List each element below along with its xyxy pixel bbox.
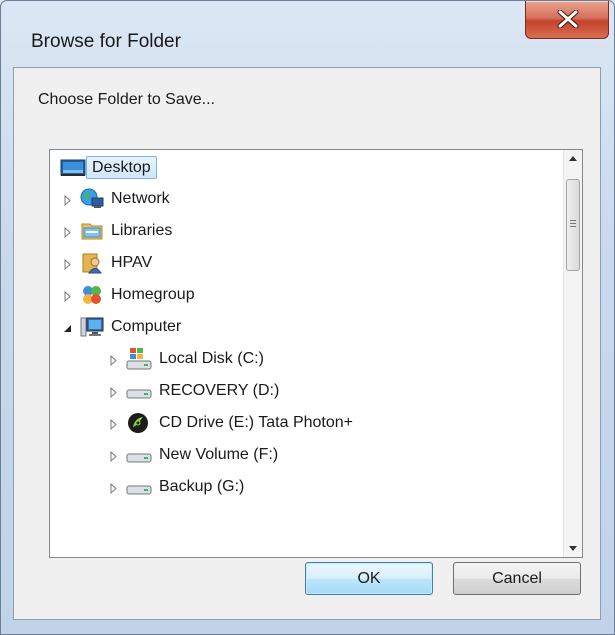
tree-item-desktop[interactable]: Desktop bbox=[50, 152, 564, 182]
tree-item-label: HPAV bbox=[111, 254, 153, 271]
network-icon bbox=[80, 187, 104, 211]
tree-item-libraries[interactable]: Libraries bbox=[50, 216, 564, 246]
tree-item-label: CD Drive (E:) Tata Photon+ bbox=[159, 414, 354, 431]
close-button[interactable] bbox=[525, 1, 609, 39]
scroll-down-button[interactable] bbox=[564, 540, 582, 557]
expand-arrow-icon[interactable] bbox=[108, 385, 119, 399]
expand-arrow-icon[interactable] bbox=[62, 257, 73, 271]
libraries-icon bbox=[80, 219, 104, 243]
drive-icon bbox=[126, 475, 152, 499]
grip-icon bbox=[570, 220, 576, 229]
user-folder-icon bbox=[80, 251, 104, 275]
expand-arrow-icon[interactable] bbox=[108, 353, 119, 367]
tree-item-new-volume-f[interactable]: New Volume (F:) bbox=[50, 440, 564, 470]
dialog-client-area: Choose Folder to Save... Desktop Network… bbox=[13, 67, 601, 620]
homegroup-icon bbox=[80, 283, 104, 307]
tree-item-label: Desktop bbox=[86, 156, 157, 179]
tree-item-label: Local Disk (C:) bbox=[159, 350, 264, 367]
tree-item-cd-drive-e[interactable]: CD Drive (E:) Tata Photon+ bbox=[50, 408, 564, 438]
drive-icon bbox=[126, 379, 152, 403]
close-icon bbox=[557, 10, 579, 28]
tree-item-homegroup[interactable]: Homegroup bbox=[50, 280, 564, 310]
tree-item-hpav[interactable]: HPAV bbox=[50, 248, 564, 278]
expand-arrow-icon[interactable] bbox=[108, 481, 119, 495]
tree-item-label: Backup (G:) bbox=[159, 478, 245, 495]
desktop-icon bbox=[60, 155, 86, 179]
expand-arrow-icon[interactable] bbox=[108, 449, 119, 463]
dialog-prompt: Choose Folder to Save... bbox=[38, 91, 215, 108]
window-title: Browse for Folder bbox=[31, 31, 181, 52]
computer-icon bbox=[80, 315, 104, 339]
scroll-thumb[interactable] bbox=[566, 179, 580, 271]
system-drive-icon bbox=[126, 347, 152, 371]
tree-item-label: Network bbox=[111, 190, 170, 207]
tree-item-backup-g[interactable]: Backup (G:) bbox=[50, 472, 564, 502]
scroll-down-icon bbox=[569, 546, 577, 551]
tree-item-network[interactable]: Network bbox=[50, 184, 564, 214]
folder-tree[interactable]: Desktop Network Libraries HPAV Homegroup… bbox=[49, 149, 583, 558]
tree-scrollbar[interactable] bbox=[563, 150, 582, 557]
tree-item-label: Homegroup bbox=[111, 286, 195, 303]
tree-item-computer[interactable]: Computer bbox=[50, 312, 564, 342]
collapse-arrow-icon[interactable] bbox=[62, 321, 73, 332]
drive-icon bbox=[126, 443, 152, 467]
tree-item-label: RECOVERY (D:) bbox=[159, 382, 280, 399]
scroll-up-button[interactable] bbox=[564, 150, 582, 167]
cd-drive-icon bbox=[126, 411, 150, 435]
expand-arrow-icon[interactable] bbox=[62, 289, 73, 303]
expand-arrow-icon[interactable] bbox=[62, 193, 73, 207]
tree-item-label: Libraries bbox=[111, 222, 173, 239]
tree-item-label: New Volume (F:) bbox=[159, 446, 279, 463]
tree-item-local-disk-c[interactable]: Local Disk (C:) bbox=[50, 344, 564, 374]
tree-item-label: Computer bbox=[111, 318, 182, 335]
browse-for-folder-dialog: Browse for Folder Choose Folder to Save.… bbox=[0, 0, 615, 635]
expand-arrow-icon[interactable] bbox=[62, 225, 73, 239]
tree-item-recovery-d[interactable]: RECOVERY (D:) bbox=[50, 376, 564, 406]
scroll-up-icon bbox=[569, 156, 577, 161]
expand-arrow-icon[interactable] bbox=[108, 417, 119, 431]
ok-button[interactable]: OK bbox=[305, 562, 433, 595]
cancel-button[interactable]: Cancel bbox=[453, 562, 581, 595]
